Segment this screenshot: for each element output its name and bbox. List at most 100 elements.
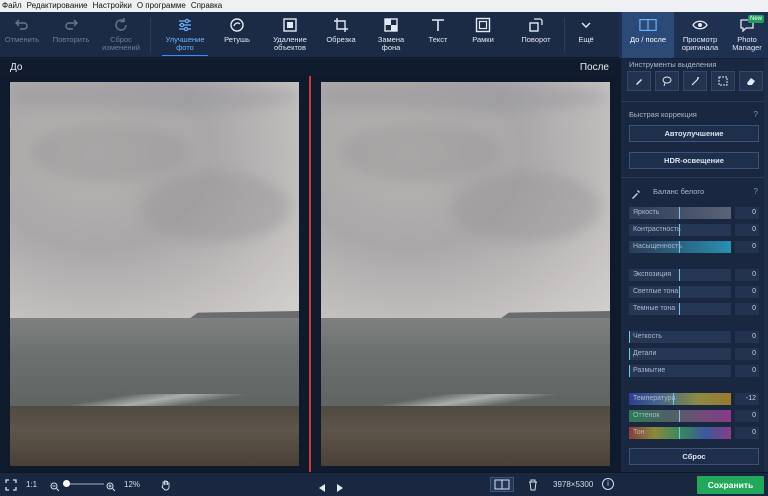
panel-scrollbar[interactable] [764,59,768,472]
saturation-slider[interactable]: Насыщенность [629,241,731,253]
rotate-label: Поворот [521,35,551,44]
compare-divider[interactable] [309,76,311,472]
zoom-level: 12% [124,480,141,489]
brush-icon [636,79,642,85]
brightness-value[interactable]: 0 [735,207,759,219]
rect-select-icon [718,76,728,86]
clarity-slider[interactable]: Четкость [629,331,731,343]
reset-label: Сброс изменений [102,35,140,52]
reset-adjustments-button[interactable]: Сброс [629,448,759,465]
shadows-slider[interactable]: Темные тона [629,303,731,315]
highlights-slider[interactable]: Светлые тона [629,286,731,298]
shadows-value[interactable]: 0 [735,303,759,315]
next-icon[interactable] [336,480,344,492]
contrast-label: Контрастность [633,226,681,233]
hdr-lighting-button[interactable]: HDR-освещение [629,152,759,169]
redo-label: Повторить [52,35,90,44]
tab-frames[interactable]: Рамки [462,12,504,58]
quick-fix-title: Быстрая коррекция [629,110,697,119]
tint-slider[interactable]: Оттенок [629,410,731,422]
contrast-value[interactable]: 0 [735,224,759,236]
eraser-icon [747,78,755,85]
brightness-slider[interactable]: Яркость [629,207,731,219]
eraser-tool[interactable] [739,71,763,91]
view-original-button[interactable]: Просмотр оригинала [676,12,724,58]
details-value[interactable]: 0 [735,348,759,360]
lasso-tool[interactable] [655,71,679,91]
blur-value[interactable]: 0 [735,365,759,377]
details-slider[interactable]: Детали [629,348,731,360]
exposure-label: Экспозиция [633,271,672,278]
trash-icon[interactable] [528,478,538,491]
auto-enhance-button[interactable]: Автоулучшение [629,125,759,142]
help-icon[interactable]: ? [754,187,758,196]
frame-icon [474,16,492,34]
temperature-slider[interactable]: Температура [629,393,731,405]
help-icon[interactable]: ? [754,110,758,119]
before-after-button[interactable]: До / после [622,12,674,58]
tone-slider[interactable]: Тон [629,427,731,439]
tab-enhance-photo[interactable]: Улучшение фото [160,12,210,58]
exposure-value[interactable]: 0 [735,269,759,281]
photo-canvas[interactable] [0,76,620,472]
tab-text[interactable]: Текст [418,12,458,58]
compare-view-toggle[interactable] [490,477,514,492]
menu-about[interactable]: О программе [137,0,186,12]
more-button[interactable]: Ещё [568,12,604,58]
hand-icon[interactable] [160,478,172,491]
fit-screen-icon[interactable] [5,478,17,491]
contrast-slider[interactable]: Контрастность [629,224,731,236]
blur-slider[interactable]: Размытие [629,365,731,377]
original-label: Просмотр оригинала [681,35,719,52]
tab-crop[interactable]: Обрезка [320,12,362,58]
blur-label: Размытие [633,367,666,374]
menu-edit[interactable]: Редактирование [27,0,88,12]
compare-icon [494,479,510,490]
tab-replace-background[interactable]: Замена фона [368,12,414,58]
exposure-slider[interactable]: Экспозиция [629,269,731,281]
compare-header: До После [0,59,620,76]
shadows-label: Темные тона [633,305,676,312]
brush-tool[interactable] [627,71,651,91]
undo-button[interactable]: Отменить [0,12,44,58]
temperature-value[interactable]: -12 [735,393,759,405]
previous-icon[interactable] [318,480,326,492]
zoom-slider[interactable] [64,483,104,485]
menu-file[interactable]: Файл [2,0,22,12]
brightness-label: Яркость [633,209,660,216]
before-photo [10,82,299,466]
rect-select-tool[interactable] [711,71,735,91]
magic-wand-tool[interactable] [683,71,707,91]
clarity-value[interactable]: 0 [735,331,759,343]
redo-button[interactable]: Повторить [48,12,94,58]
app-window: Файл Редактирование Настройки О программ… [0,0,768,496]
menu-settings[interactable]: Настройки [93,0,132,12]
tab-rotate[interactable]: Поворот [512,12,560,58]
saturation-value[interactable]: 0 [735,241,759,253]
new-badge: New [747,15,764,23]
tab-remove-objects[interactable]: Удаление объектов [264,12,316,58]
tint-value[interactable]: 0 [735,410,759,422]
reset-changes-button[interactable]: Сброс изменений [98,12,144,58]
tone-value[interactable]: 0 [735,427,759,439]
remove-objects-icon [281,16,299,34]
status-bar: 1:1 12% 3978×5300 i Сохранить [0,472,768,496]
magic-wand-icon [691,77,699,86]
details-label: Детали [633,350,657,357]
before-after-label: До / после [629,35,667,44]
image-dimensions: 3978×5300 [553,480,594,489]
zoom-slider-thumb[interactable] [63,480,70,487]
more-label: Ещё [578,35,594,44]
zoom-in-icon[interactable] [106,479,116,492]
actual-size-button[interactable]: 1:1 [26,477,37,493]
save-button[interactable]: Сохранить [697,476,764,494]
selection-tools-title: Инструменты выделения [629,60,717,69]
menu-help[interactable]: Справка [191,0,222,12]
eyedropper-icon[interactable] [631,186,641,199]
highlights-value[interactable]: 0 [735,286,759,298]
remove-label: Удаление объектов [273,35,307,52]
info-icon[interactable]: i [602,478,614,490]
photo-manager-button[interactable]: Photo Manager New [726,12,768,58]
tab-retouch[interactable]: Ретушь [216,12,258,58]
zoom-out-icon[interactable] [50,479,60,492]
